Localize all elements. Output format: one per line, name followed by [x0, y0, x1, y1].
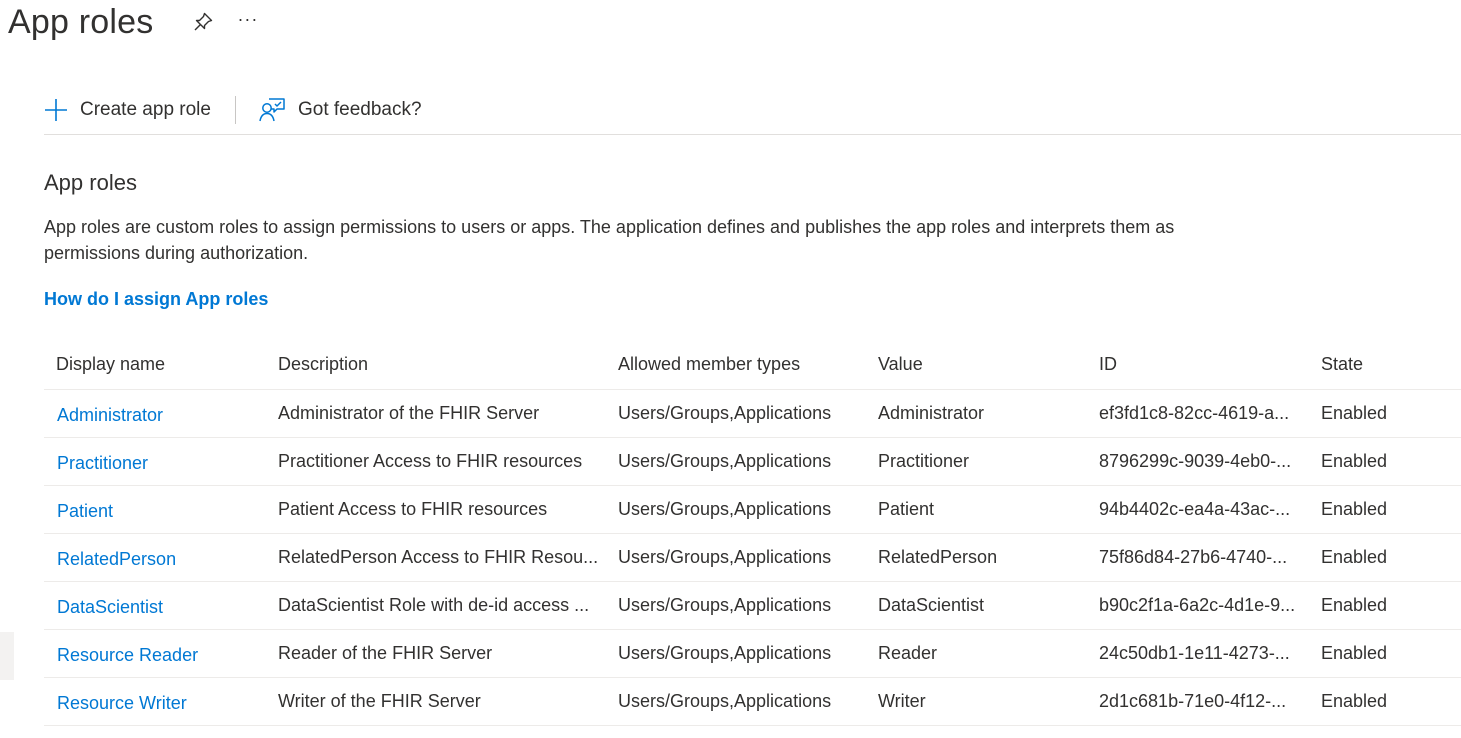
display-name-cell: Patient [44, 485, 266, 534]
description-cell: Writer of the FHIR Server [266, 677, 606, 726]
role-name-link[interactable]: Practitioner [57, 449, 148, 474]
state-cell: Enabled [1309, 485, 1461, 534]
feedback-label: Got feedback? [297, 98, 422, 120]
id-cell: 2d1c681b-71e0-4f12-... [1087, 677, 1309, 726]
column-header-id[interactable]: ID [1087, 339, 1309, 390]
display-name-cell: Administrator [44, 389, 266, 438]
create-app-role-button[interactable]: Create app role [44, 88, 211, 132]
description-cell: Administrator of the FHIR Server [266, 389, 606, 438]
role-name-link[interactable]: Resource Reader [57, 641, 198, 666]
id-cell: 24c50db1-1e11-4273-... [1087, 629, 1309, 678]
description-cell: RelatedPerson Access to FHIR Resou... [266, 533, 606, 582]
member-types-cell: Users/Groups,Applications [606, 437, 866, 486]
app-roles-table: Display name Description Allowed member … [44, 339, 1461, 726]
table-row: Resource Writer Writer of the FHIR Serve… [44, 677, 1461, 726]
column-header-allowed-member-types[interactable]: Allowed member types [606, 339, 866, 390]
table-row: DataScientist DataScientist Role with de… [44, 581, 1461, 630]
column-header-value[interactable]: Value [866, 339, 1087, 390]
more-icon: ··· [237, 8, 259, 29]
section-description: App roles are custom roles to assign per… [44, 217, 1175, 263]
id-cell: 75f86d84-27b6-4740-... [1087, 533, 1309, 582]
state-cell: Enabled [1309, 629, 1461, 678]
value-cell: DataScientist [866, 581, 1087, 630]
table-row: Resource Reader Reader of the FHIR Serve… [44, 629, 1461, 678]
table-row: Administrator Administrator of the FHIR … [44, 389, 1461, 438]
value-cell: Patient [866, 485, 1087, 534]
member-types-cell: Users/Groups,Applications [606, 677, 866, 726]
description-cell: DataScientist Role with de-id access ... [266, 581, 606, 630]
feedback-icon [258, 97, 286, 123]
display-name-cell: RelatedPerson [44, 533, 266, 582]
value-cell: RelatedPerson [866, 533, 1087, 582]
help-link[interactable]: How do I assign App roles [44, 289, 268, 310]
create-app-role-label: Create app role [80, 98, 211, 120]
id-cell: ef3fd1c8-82cc-4619-a... [1087, 389, 1309, 438]
table-row: Practitioner Practitioner Access to FHIR… [44, 437, 1461, 486]
state-cell: Enabled [1309, 677, 1461, 726]
id-cell: b90c2f1a-6a2c-4d1e-9... [1087, 581, 1309, 630]
feedback-button[interactable]: Got feedback? [258, 88, 422, 132]
state-cell: Enabled [1309, 437, 1461, 486]
role-name-link[interactable]: Administrator [57, 401, 163, 426]
role-name-link[interactable]: Resource Writer [57, 689, 187, 714]
state-cell: Enabled [1309, 389, 1461, 438]
command-bar: Create app role Got feedback? [44, 86, 1461, 135]
display-name-cell: Resource Reader [44, 629, 266, 678]
column-header-state[interactable]: State [1309, 339, 1461, 390]
column-header-description[interactable]: Description [266, 339, 606, 390]
description-cell: Practitioner Access to FHIR resources [266, 437, 606, 486]
pin-icon [194, 12, 213, 31]
display-name-cell: Practitioner [44, 437, 266, 486]
table-header-row: Display name Description Allowed member … [44, 339, 1461, 390]
member-types-cell: Users/Groups,Applications [606, 389, 866, 438]
command-divider [234, 96, 236, 124]
value-cell: Reader [866, 629, 1087, 678]
sidebar-edge [0, 632, 14, 680]
role-name-link[interactable]: Patient [57, 497, 113, 522]
table-row: Patient Patient Access to FHIR resources… [44, 485, 1461, 534]
title-row: App roles ··· [8, 0, 258, 44]
section-heading: App roles [44, 170, 137, 195]
state-cell: Enabled [1309, 533, 1461, 582]
member-types-cell: Users/Groups,Applications [606, 629, 866, 678]
column-header-display-name[interactable]: Display name [44, 339, 266, 390]
pin-button[interactable] [191, 10, 215, 34]
role-name-link[interactable]: DataScientist [57, 593, 163, 618]
display-name-cell: DataScientist [44, 581, 266, 630]
state-cell: Enabled [1309, 581, 1461, 630]
id-cell: 94b4402c-ea4a-43ac-... [1087, 485, 1309, 534]
role-name-link[interactable]: RelatedPerson [57, 545, 176, 570]
page: App roles ··· Create app role Got feedba… [0, 0, 1461, 738]
member-types-cell: Users/Groups,Applications [606, 485, 866, 534]
value-cell: Writer [866, 677, 1087, 726]
page-title: App roles [8, 2, 154, 41]
add-icon [44, 98, 68, 122]
value-cell: Practitioner [866, 437, 1087, 486]
table-row: RelatedPerson RelatedPerson Access to FH… [44, 533, 1461, 582]
member-types-cell: Users/Groups,Applications [606, 581, 866, 630]
id-cell: 8796299c-9039-4eb0-... [1087, 437, 1309, 486]
more-options-button[interactable]: ··· [237, 9, 258, 36]
member-types-cell: Users/Groups,Applications [606, 533, 866, 582]
description-cell: Patient Access to FHIR resources [266, 485, 606, 534]
value-cell: Administrator [866, 389, 1087, 438]
description-cell: Reader of the FHIR Server [266, 629, 606, 678]
display-name-cell: Resource Writer [44, 677, 266, 726]
